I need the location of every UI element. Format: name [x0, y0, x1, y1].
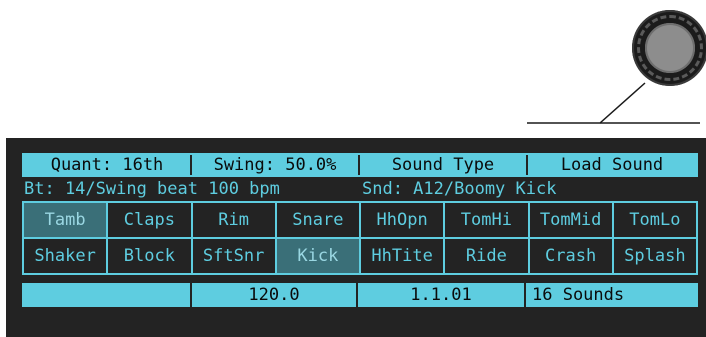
sound-count-field[interactable]: 16 Sounds [526, 283, 698, 307]
pad-tomlo[interactable]: TomLo [613, 203, 696, 237]
pad-claps[interactable]: Claps [108, 203, 191, 237]
bottom-bar: 120.0 1.1.01 16 Sounds [22, 283, 698, 307]
pad-tommid[interactable]: TomMid [529, 203, 612, 237]
status-line: Bt: 14/Swing beat 100 bpm Snd: A12/Boomy… [22, 177, 698, 201]
pad-crash[interactable]: Crash [529, 239, 612, 273]
device-screen: Quant: 16th Swing: 50.0% Sound Type Load… [6, 138, 706, 337]
top-menu-bar: Quant: 16th Swing: 50.0% Sound Type Load… [22, 153, 698, 177]
swing-button[interactable]: Swing: 50.0% [192, 155, 360, 175]
pad-kick[interactable]: Kick [276, 239, 359, 273]
load-sound-button[interactable]: Load Sound [528, 155, 696, 175]
pad-splash[interactable]: Splash [613, 239, 696, 273]
tempo-field[interactable]: 120.0 [192, 283, 358, 307]
lcd-display: Quant: 16th Swing: 50.0% Sound Type Load… [22, 153, 698, 307]
sound-info: Snd: A12/Boomy Kick [362, 179, 557, 199]
pad-tomhi[interactable]: TomHi [445, 203, 528, 237]
pad-row-1: Tamb Claps Rim Snare HhOpn TomHi TomMid … [24, 203, 696, 237]
pad-hhtite[interactable]: HhTite [361, 239, 444, 273]
pad-grid: Tamb Claps Rim Snare HhOpn TomHi TomMid … [22, 201, 698, 275]
quant-button[interactable]: Quant: 16th [24, 155, 192, 175]
bottom-empty-field[interactable] [22, 283, 192, 307]
pad-snare[interactable]: Snare [276, 203, 359, 237]
pad-block[interactable]: Block [108, 239, 191, 273]
pad-hhopn[interactable]: HhOpn [361, 203, 444, 237]
pad-sftsnr[interactable]: SftSnr [192, 239, 275, 273]
pad-ride[interactable]: Ride [445, 239, 528, 273]
sound-type-button[interactable]: Sound Type [360, 155, 528, 175]
beat-info: Bt: 14/Swing beat 100 bpm [24, 179, 280, 199]
position-field[interactable]: 1.1.01 [358, 283, 526, 307]
pad-row-2: Shaker Block SftSnr Kick HhTite Ride Cra… [24, 239, 696, 273]
pad-shaker[interactable]: Shaker [24, 239, 107, 273]
pad-rim[interactable]: Rim [192, 203, 275, 237]
pad-tamb[interactable]: Tamb [24, 203, 107, 237]
